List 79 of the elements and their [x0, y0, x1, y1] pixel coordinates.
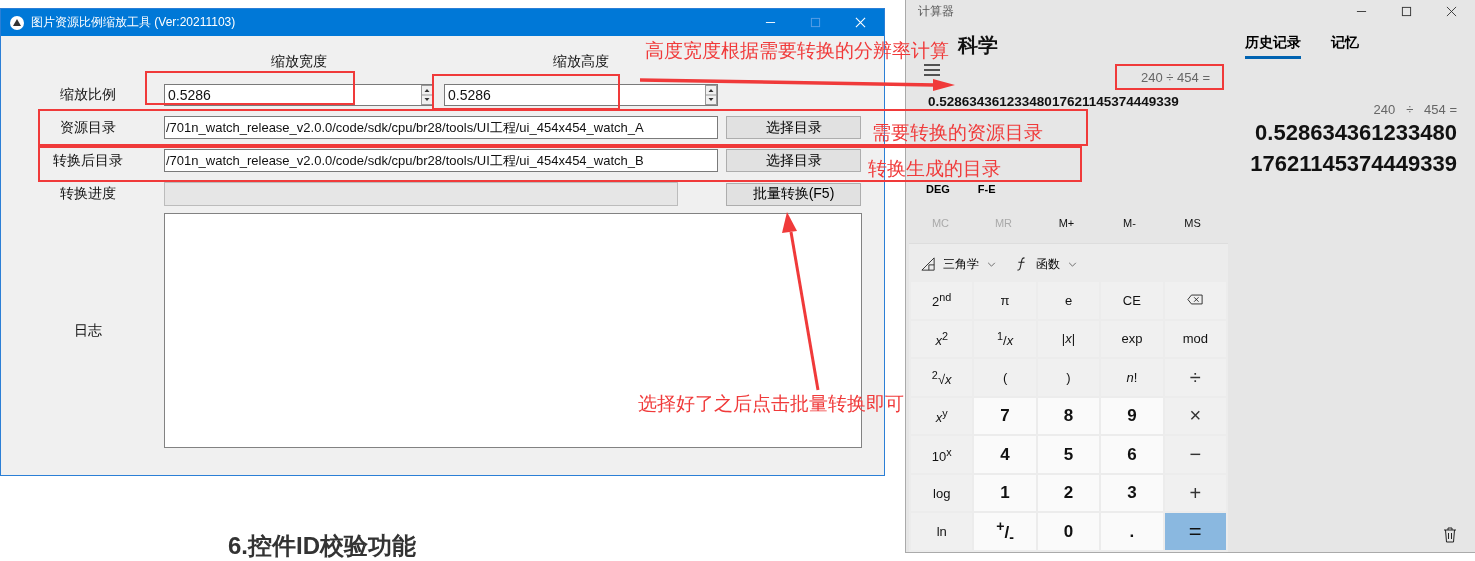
path-field[interactable]: /701n_watch_release_v2.0.0/code/sdk/cpu/br28/tools/UI工程/ui_454x454_watch_B: [164, 149, 718, 172]
number-field[interactable]: 0.5286: [164, 84, 434, 106]
key-button[interactable]: 1: [974, 474, 1036, 512]
key-button[interactable]: 10$^{x}$: [911, 436, 973, 473]
choose-directory-button[interactable]: 选择目录: [726, 149, 861, 172]
column-header: 缩放高度: [552, 53, 610, 69]
triangle-icon: [921, 257, 935, 271]
field-label: 转换后目录: [52, 151, 123, 170]
key-button[interactable]: x$^{2}$: [911, 320, 973, 358]
key-button[interactable]: =: [1164, 513, 1226, 550]
spinner-icon[interactable]: [421, 85, 433, 105]
key-button[interactable]: 4: [974, 436, 1036, 473]
key-button[interactable]: .: [1101, 513, 1163, 550]
app-icon: [9, 14, 25, 31]
key-button[interactable]: ): [1037, 359, 1100, 396]
key-button[interactable]: π: [974, 282, 1036, 319]
key-button[interactable]: $^{1}$/x: [974, 320, 1036, 358]
mode-toggle[interactable]: F-E: [975, 183, 998, 195]
key-button[interactable]: ×: [1164, 397, 1226, 435]
key-button[interactable]: n!: [1101, 359, 1163, 396]
history-tab[interactable]: 历史记录: [1245, 29, 1301, 59]
key-button[interactable]: 2$^{nd}$: [911, 282, 973, 319]
memory-button[interactable]: M-: [1098, 216, 1161, 230]
close-icon[interactable]: [1446, 5, 1457, 17]
result-display: 0.52863436123348017621145374449339: [927, 94, 1180, 110]
key-button[interactable]: e: [1037, 282, 1100, 319]
field-label: 转换进度: [59, 185, 116, 203]
maximize-icon: [810, 17, 821, 28]
key-button[interactable]: |x|: [1037, 320, 1100, 358]
trash-icon[interactable]: [1443, 527, 1457, 543]
dropdown-button[interactable]: 三角学: [919, 255, 998, 273]
menu-icon[interactable]: [924, 63, 940, 77]
window-title: 图片资源比例缩放工具 (Ver:20211103): [31, 14, 236, 31]
key-button[interactable]: $^{2}$√x: [911, 359, 973, 396]
key-button[interactable]: 6: [1101, 436, 1163, 473]
batch-convert-button[interactable]: 批量转换(F5): [726, 182, 861, 206]
key-button[interactable]: $^{+}$/$_{-}$: [974, 513, 1036, 550]
maximize-icon[interactable]: [1401, 5, 1412, 17]
number-field[interactable]: 0.5286: [444, 84, 718, 106]
chevron-down-icon: [987, 261, 996, 267]
key-button[interactable]: 3: [1101, 474, 1163, 512]
window-title: 计算器: [918, 2, 954, 20]
mode-toggle[interactable]: DEG: [924, 183, 952, 195]
history-result: 0.528634361233480: [1255, 119, 1457, 147]
path-field[interactable]: /701n_watch_release_v2.0.0/code/sdk/cpu/br28/tools/UI工程/ui_454x454_watch_A: [164, 116, 718, 139]
key-button[interactable]: 9: [1101, 397, 1163, 435]
history-expression: 240 ÷ 454 =: [1373, 102, 1457, 117]
key-button[interactable]: CE: [1101, 282, 1163, 319]
backspace-button[interactable]: [1164, 282, 1226, 319]
section-heading: 6.控件ID校验功能: [228, 531, 416, 561]
key-button[interactable]: +: [1164, 474, 1226, 512]
key-button[interactable]: mod: [1164, 320, 1226, 358]
key-button[interactable]: 0: [1037, 513, 1100, 550]
key-button[interactable]: 2: [1037, 474, 1100, 512]
key-button[interactable]: 7: [974, 397, 1036, 435]
key-button[interactable]: 5: [1037, 436, 1100, 473]
mode-title: 科学: [958, 32, 998, 58]
key-button[interactable]: ln: [911, 513, 973, 550]
choose-directory-button[interactable]: 选择目录: [726, 116, 861, 139]
expression-text: 240 ÷ 454 =: [1141, 70, 1210, 86]
memory-button[interactable]: MS: [1161, 216, 1224, 230]
field-label: 资源目录: [59, 118, 116, 137]
history-result: 17621145374449339: [1250, 150, 1457, 178]
field-label: 日志: [73, 321, 102, 340]
dropdown-button[interactable]: 函数: [1012, 255, 1079, 273]
key-button[interactable]: (: [974, 359, 1036, 396]
spinner-icon[interactable]: [705, 85, 717, 105]
key-button[interactable]: exp: [1101, 320, 1163, 358]
column-header: 缩放宽度: [270, 53, 328, 69]
chevron-down-icon: [1068, 261, 1077, 267]
key-button[interactable]: log: [911, 474, 973, 512]
field-label: 缩放比例: [59, 86, 116, 104]
key-button[interactable]: −: [1164, 436, 1226, 473]
history-tab[interactable]: 记忆: [1331, 29, 1359, 59]
memory-button[interactable]: M+: [1035, 216, 1098, 230]
backspace-icon: [1187, 293, 1204, 305]
key-button[interactable]: x$^{y}$: [911, 397, 973, 435]
key-button[interactable]: ÷: [1164, 359, 1226, 396]
key-button[interactable]: 8: [1037, 397, 1100, 435]
